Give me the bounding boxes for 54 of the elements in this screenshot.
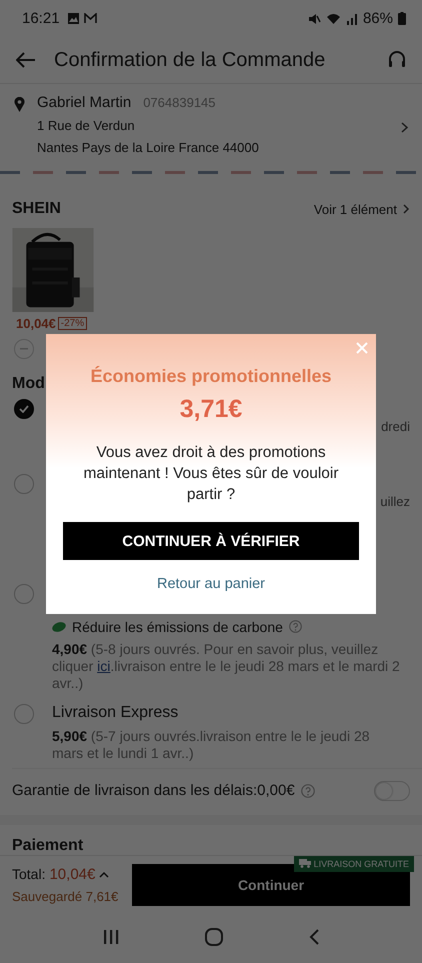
battery-icon xyxy=(398,12,406,26)
wifi-icon xyxy=(326,12,341,25)
back-icon[interactable] xyxy=(309,929,319,946)
recent-apps-icon[interactable] xyxy=(103,929,119,946)
savings-amount: 3,71€ xyxy=(180,395,242,424)
battery-percent: 86% xyxy=(362,10,393,28)
location-pin-icon xyxy=(14,97,25,112)
shipping-description: 4,90€ (5-8 jours ouvrés. Pour en savoir plus, veuillez cliquer ici.livraison entre le le jeudi 28 mars et le mardi 2 avr..) xyxy=(52,640,400,692)
total-label: Total: xyxy=(12,866,46,882)
guarantee-label: Garantie de livraison dans les délais:0,00€ xyxy=(12,782,295,800)
radio-button[interactable] xyxy=(14,399,34,420)
decrease-quantity-button[interactable] xyxy=(14,339,34,360)
continue-checkout-button[interactable]: CONTINUER À VÉRIFIER xyxy=(63,522,359,560)
page-title: Confirmation de la Commande xyxy=(54,48,326,72)
shipping-method-name: Livraison Express xyxy=(52,704,180,722)
info-link[interactable]: ici xyxy=(97,658,110,674)
radio-button[interactable] xyxy=(14,704,34,724)
back-arrow-icon[interactable] xyxy=(16,52,36,68)
back-to-cart-link[interactable]: Retour au panier xyxy=(156,576,265,592)
radio-button[interactable] xyxy=(14,474,34,494)
dialog-message: Vous avez droit à des promotions maintenant ! Vous êtes sûr de vouloir partir ? xyxy=(82,443,340,505)
free-shipping-badge: LIVRAISON GRATUITE xyxy=(294,856,414,872)
mail-icon xyxy=(84,13,97,24)
image-icon xyxy=(68,13,79,24)
chevron-right-icon xyxy=(401,122,408,134)
help-icon[interactable] xyxy=(300,784,315,798)
shipping-detail: dredi xyxy=(381,419,410,434)
address-line: Nantes Pays de la Loire France 44000 xyxy=(37,140,260,156)
chevron-right-icon xyxy=(403,204,410,214)
signal-icon xyxy=(346,12,358,25)
check-icon xyxy=(19,405,29,414)
section-title: Mod xyxy=(11,374,45,394)
savings-text: Sauvegardé 7,61€ xyxy=(12,888,120,904)
product-price: 10,04€ xyxy=(16,316,56,332)
dialog-title: Économies promotionnelles xyxy=(90,366,332,387)
recipient-name: Gabriel Martin xyxy=(37,94,132,112)
status-time: 16:21 xyxy=(22,10,60,28)
help-icon[interactable] xyxy=(288,620,302,634)
eco-label: Réduire les émissions de carbone xyxy=(72,618,283,635)
address-line: 1 Rue de Verdun xyxy=(37,118,136,134)
mute-icon xyxy=(308,12,321,25)
leaf-icon xyxy=(52,620,66,633)
caret-up-icon[interactable] xyxy=(99,870,110,878)
discount-tag: -27% xyxy=(58,317,88,330)
close-icon[interactable] xyxy=(356,342,368,354)
view-items-link[interactable]: Voir 1 élément xyxy=(314,202,410,217)
shipping-detail: uillez xyxy=(380,494,410,510)
total-amount: 10,04€ xyxy=(49,866,96,883)
shipping-description: 5,90€ (5-7 jours ouvrés.livraison entre le le jeudi 28 mars et le lundi 1 avr..) xyxy=(52,728,371,762)
toggle-switch[interactable] xyxy=(374,780,410,801)
section-title: Paiement xyxy=(11,836,84,854)
home-icon[interactable] xyxy=(205,928,223,946)
radio-button[interactable] xyxy=(14,584,34,604)
store-name: SHEIN xyxy=(12,200,61,218)
